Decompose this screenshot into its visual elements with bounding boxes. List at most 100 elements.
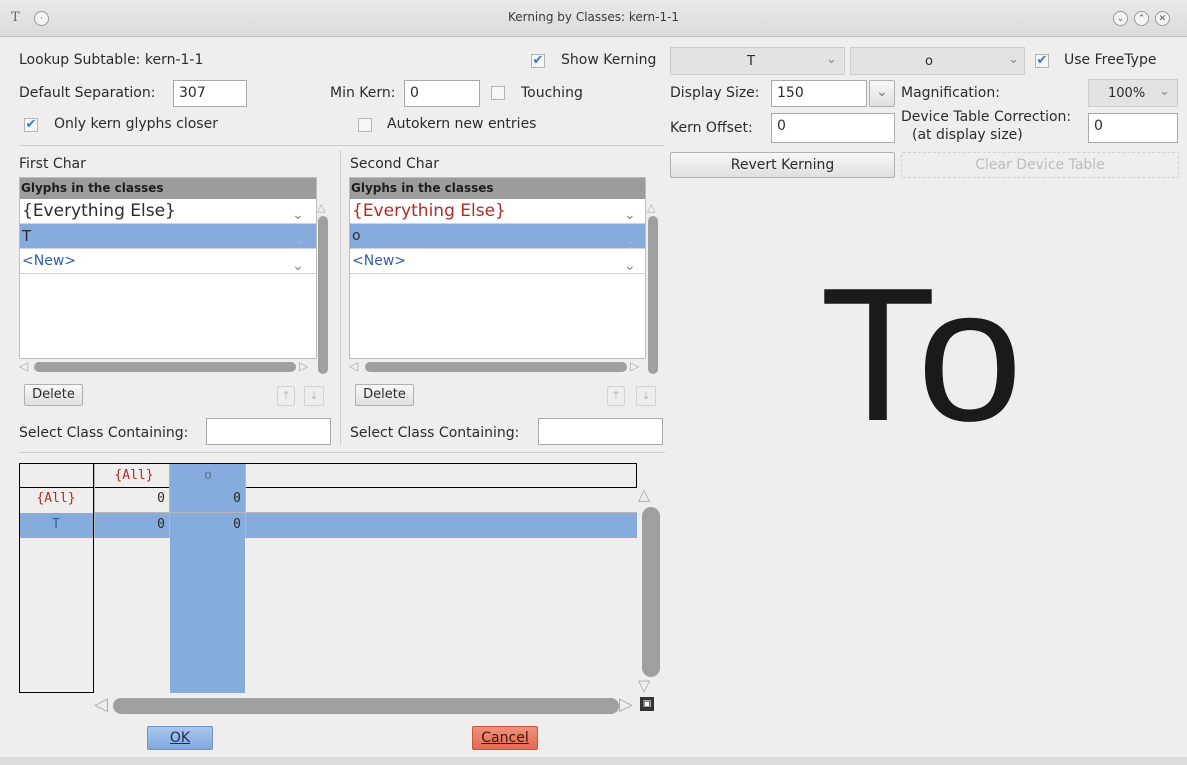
scroll-left-icon[interactable]: ◁ xyxy=(349,359,358,373)
scroll-up-icon[interactable]: △ xyxy=(647,201,655,214)
ok-button[interactable]: OK xyxy=(147,726,213,750)
scroll-right-icon[interactable]: ▷ xyxy=(299,359,308,373)
first-list-vscroll[interactable] xyxy=(318,216,328,374)
move-down-icon[interactable]: ↓ xyxy=(636,386,656,406)
kerning-matrix[interactable]: {All} o {All} 0 0 T 0 0 xyxy=(19,463,637,693)
kerning-preview: To xyxy=(820,249,1025,461)
second-glyph-select[interactable]: o ⌄ xyxy=(850,47,1025,75)
touching-checkbox[interactable]: ✔ xyxy=(491,86,505,100)
scroll-right-icon[interactable]: ▷ xyxy=(619,694,633,715)
list-header: Glyphs in the classes xyxy=(20,178,316,199)
min-kern-label: Min Kern: xyxy=(330,85,396,101)
second-char-label: Second Char xyxy=(350,156,439,172)
column-header[interactable]: o xyxy=(171,468,245,483)
row-header[interactable]: {All} xyxy=(21,491,91,506)
display-size-dropdown-icon[interactable]: ⌄ xyxy=(869,80,895,107)
chevron-down-icon: ⌄ xyxy=(624,207,636,223)
scroll-up-icon[interactable]: △ xyxy=(317,201,325,214)
only-kern-closer-label: Only kern glyphs closer xyxy=(54,116,218,132)
kern-offset-label: Kern Offset: xyxy=(670,120,753,136)
list-item-label: o xyxy=(352,228,361,244)
matrix-cell[interactable]: 0 xyxy=(171,517,241,532)
scroll-right-icon[interactable]: ▷ xyxy=(630,359,639,373)
first-list-hscroll[interactable] xyxy=(34,362,296,372)
divider xyxy=(19,145,665,146)
default-separation-input[interactable]: 307 xyxy=(173,80,247,107)
magnification-value: 100% xyxy=(1108,86,1146,101)
touching-label: Touching xyxy=(521,85,583,101)
second-char-list[interactable]: Glyphs in the classes {Everything Else} … xyxy=(349,177,646,359)
matrix-cell[interactable]: 0 xyxy=(95,517,165,532)
only-kern-closer-checkbox[interactable]: ✔ xyxy=(24,118,38,132)
scroll-left-icon[interactable]: ◁ xyxy=(19,359,28,373)
chevron-down-icon: ⌄ xyxy=(292,207,304,223)
chevron-down-icon: ⌄ xyxy=(1008,52,1019,67)
min-kern-input[interactable]: 0 xyxy=(404,80,480,107)
list-item-label: T xyxy=(22,227,32,245)
cancel-button[interactable]: Cancel xyxy=(472,726,538,750)
matrix-cell[interactable]: 0 xyxy=(171,491,241,506)
list-item[interactable]: T ⌄ xyxy=(20,224,316,249)
use-freetype-label: Use FreeType xyxy=(1064,52,1157,68)
matrix-hscroll[interactable] xyxy=(113,698,619,714)
move-down-icon[interactable]: ↓ xyxy=(304,386,324,406)
chevron-down-icon: ⌄ xyxy=(826,52,837,67)
show-kerning-label: Show Kerning xyxy=(561,52,657,68)
list-item[interactable]: {Everything Else} ⌄ xyxy=(350,199,645,224)
first-select-class-input[interactable] xyxy=(206,418,331,445)
list-item-label: <New> xyxy=(22,253,76,269)
chevron-down-icon: ⌄ xyxy=(624,258,636,274)
move-up-icon[interactable]: ↑ xyxy=(607,386,625,406)
first-select-class-label: Select Class Containing: xyxy=(19,425,189,441)
second-select-class-label: Select Class Containing: xyxy=(350,425,520,441)
matrix-cell[interactable]: 0 xyxy=(95,491,165,506)
revert-kerning-button[interactable]: Revert Kerning xyxy=(670,152,895,178)
second-glyph-value: o xyxy=(925,54,933,69)
first-delete-button[interactable]: Delete xyxy=(24,384,83,406)
list-item-label: {Everything Else} xyxy=(22,201,176,221)
first-char-label: First Char xyxy=(19,156,86,172)
magnification-select[interactable]: 100% ⌄ xyxy=(1088,79,1178,107)
first-glyph-select[interactable]: T ⌄ xyxy=(670,47,845,75)
list-item[interactable]: <New> ⌄ xyxy=(350,249,645,274)
device-table-input[interactable]: 0 xyxy=(1088,113,1178,143)
chevron-down-icon: ⌄ xyxy=(294,233,305,247)
list-item-label: {Everything Else} xyxy=(352,201,506,221)
list-item[interactable]: <New> ⌄ xyxy=(20,249,316,274)
first-glyph-value: T xyxy=(747,54,755,69)
autokern-new-label: Autokern new entries xyxy=(387,116,537,132)
list-item[interactable]: o ⌄ xyxy=(350,224,645,249)
autokern-new-checkbox[interactable]: ✔ xyxy=(358,118,372,132)
matrix-vscroll[interactable] xyxy=(642,507,660,677)
clear-device-table-button[interactable]: Clear Device Table xyxy=(901,152,1179,178)
second-list-vscroll[interactable] xyxy=(648,216,658,374)
second-list-hscroll[interactable] xyxy=(365,362,627,372)
close-icon[interactable]: ✕ xyxy=(1155,11,1170,26)
panel-separator xyxy=(340,150,341,445)
scroll-left-icon[interactable]: ◁ xyxy=(94,694,108,715)
show-kerning-checkbox[interactable]: ✔ xyxy=(531,54,545,68)
maximize-icon[interactable]: ⌃ xyxy=(1134,11,1149,26)
list-header: Glyphs in the classes xyxy=(350,178,645,199)
lookup-subtable-label: Lookup Subtable: kern-1-1 xyxy=(19,52,204,68)
list-item[interactable]: {Everything Else} ⌄ xyxy=(20,199,316,224)
second-delete-button[interactable]: Delete xyxy=(355,384,414,406)
scroll-down-icon[interactable]: ▽ xyxy=(638,676,650,695)
window-title: Kerning by Classes: kern-1-1 xyxy=(507,10,680,24)
window-bottom-edge xyxy=(0,757,1187,765)
second-select-class-input[interactable] xyxy=(538,418,663,445)
column-header[interactable]: {All} xyxy=(99,468,169,483)
use-freetype-checkbox[interactable]: ✔ xyxy=(1035,54,1049,68)
corner-icon[interactable]: ▣ xyxy=(640,697,654,711)
display-size-input[interactable]: 150 xyxy=(771,80,867,107)
minimize-icon[interactable]: ⌄ xyxy=(1113,11,1128,26)
first-char-list[interactable]: Glyphs in the classes {Everything Else} … xyxy=(19,177,317,359)
device-table-sublabel: (at display size) xyxy=(912,127,1023,143)
move-up-icon[interactable]: ↑ xyxy=(277,386,295,406)
magnification-label: Magnification: xyxy=(901,85,1000,101)
chevron-down-icon: ⌄ xyxy=(626,233,637,247)
divider xyxy=(19,452,665,453)
row-header[interactable]: T xyxy=(21,517,91,532)
kern-offset-input[interactable]: 0 xyxy=(771,113,895,143)
scroll-up-icon[interactable]: △ xyxy=(638,485,650,504)
